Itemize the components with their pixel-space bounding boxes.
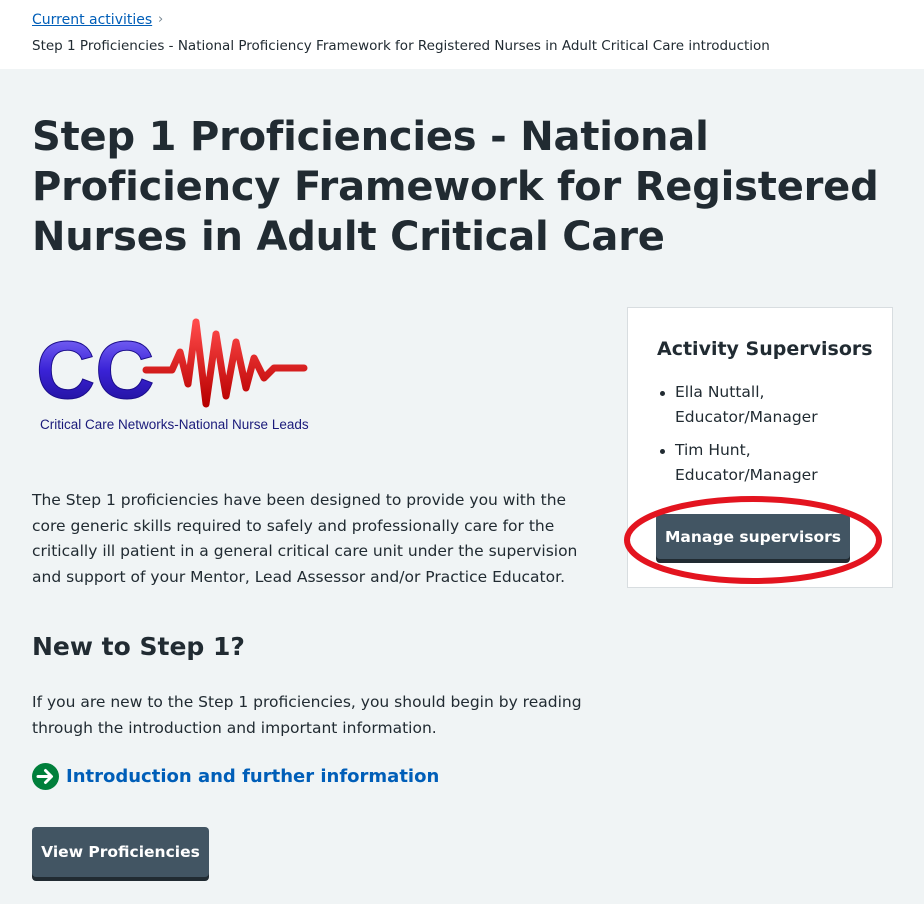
supervisor-role: Educator/Manager	[675, 466, 818, 484]
page-title: Step 1 Proficiencies - National Proficie…	[32, 114, 879, 260]
breadcrumb: Current activities › Step 1 Proficiencie…	[0, 0, 924, 69]
logo-caption: Critical Care Networks-National Nurse Le…	[40, 417, 309, 432]
activity-supervisors-card: Activity Supervisors Ella Nuttall, Educa…	[627, 307, 893, 588]
supervisors-title: Activity Supervisors	[657, 338, 873, 360]
introduction-link-label: Introduction and further information	[66, 766, 440, 787]
view-proficiencies-button[interactable]: View Proficiencies	[32, 827, 209, 877]
breadcrumb-current-activities-link[interactable]: Current activities	[32, 12, 152, 28]
breadcrumb-current-page: Step 1 Proficiencies - National Proficie…	[32, 38, 770, 54]
cc-networks-logo: CC Critical Care Networks-National Nurse…	[34, 312, 324, 436]
supervisor-role: Educator/Manager	[675, 408, 818, 426]
supervisor-name: Tim Hunt,	[675, 441, 751, 459]
arrow-right-circle-icon	[32, 763, 59, 790]
list-item: Tim Hunt, Educator/Manager	[660, 438, 885, 488]
list-item: Ella Nuttall, Educator/Manager	[660, 380, 885, 430]
chevron-right-icon: ›	[158, 12, 164, 27]
logo-letters: CC	[36, 325, 154, 416]
cc-logo-graphic: CC	[36, 318, 308, 417]
new-to-step-text: If you are new to the Step 1 proficienci…	[32, 693, 582, 737]
ecg-trace-icon	[142, 318, 308, 408]
introduction-action-link[interactable]: Introduction and further information	[32, 763, 439, 790]
intro-paragraph: The Step 1 proficiencies have been desig…	[32, 491, 578, 586]
supervisor-name: Ella Nuttall,	[675, 383, 765, 401]
new-to-step-heading: New to Step 1?	[32, 632, 245, 661]
manage-supervisors-button[interactable]: Manage supervisors	[656, 514, 850, 559]
supervisors-list: Ella Nuttall, Educator/Manager Tim Hunt,…	[660, 380, 885, 496]
